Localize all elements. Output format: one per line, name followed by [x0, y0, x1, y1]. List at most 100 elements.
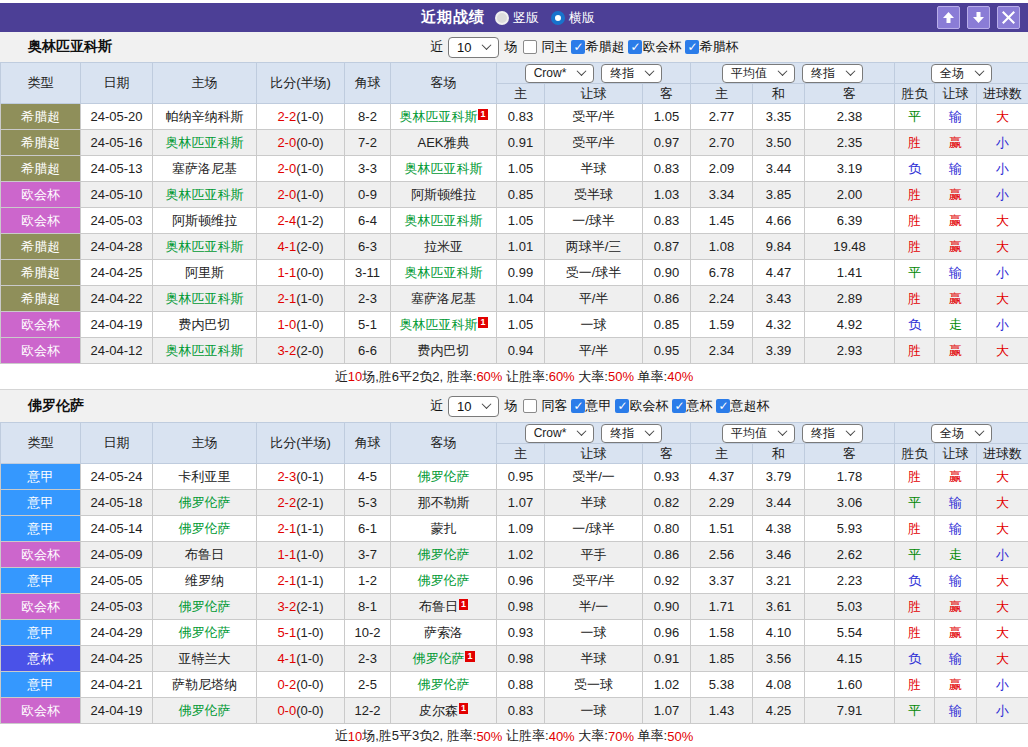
handicap-result: 输 [935, 568, 977, 594]
match-date: 24-04-19 [81, 312, 153, 338]
match-count-select[interactable]: 10 [448, 396, 499, 417]
asian-away-odds: 0.93 [643, 464, 691, 490]
final-odds-select-2[interactable]: 终指 [802, 424, 863, 443]
handicap-result: 输 [935, 490, 977, 516]
league-checkbox[interactable]: ✓ [716, 399, 730, 413]
asian-home-odds: 0.98 [497, 646, 545, 672]
league-checkbox[interactable]: ✓ [672, 399, 686, 413]
league-type-badge: 希腊超 [1, 104, 81, 130]
match-result: 胜 [895, 182, 935, 208]
euro-away-odds: 1.41 [805, 260, 895, 286]
full-match-select[interactable]: 全场 [931, 64, 992, 83]
final-odds-select[interactable]: 终指 [601, 424, 662, 443]
corner-count: 6-4 [345, 208, 391, 234]
away-team: 佛罗伦萨1 [391, 646, 497, 672]
match-result: 平 [895, 698, 935, 724]
asian-home-odds: 0.94 [497, 338, 545, 364]
same-venue-checkbox[interactable] [523, 40, 537, 54]
bookmaker-select[interactable]: Crow* [525, 424, 595, 443]
sub-column-header: 主 [497, 444, 545, 464]
card-mark: 1 [465, 651, 474, 662]
euro-home-odds: 2.24 [691, 286, 753, 312]
sub-column-header: 和 [753, 84, 805, 104]
vertical-view-label: 竖版 [513, 9, 539, 27]
away-team: AEK雅典 [391, 130, 497, 156]
match-date: 24-04-25 [81, 646, 153, 672]
league-type-badge: 意甲 [1, 672, 81, 698]
full-match-select[interactable]: 全场 [931, 424, 992, 443]
euro-home-odds: 1.08 [691, 234, 753, 260]
goals-result: 大 [977, 208, 1028, 234]
horizontal-view-radio[interactable] [551, 11, 565, 25]
sub-column-header: 进球数 [977, 84, 1028, 104]
close-button[interactable] [997, 6, 1020, 29]
corner-count: 6-6 [345, 338, 391, 364]
asian-home-odds: 0.95 [497, 464, 545, 490]
league-checkbox[interactable]: ✓ [628, 40, 642, 54]
vertical-view-radio[interactable] [495, 11, 509, 25]
league-label: 欧会杯 [629, 397, 668, 415]
euro-home-odds: 3.34 [691, 182, 753, 208]
match-count-select[interactable]: 10 [448, 37, 499, 58]
away-team: 阿斯顿维拉 [391, 182, 497, 208]
final-odds-select-2[interactable]: 终指 [802, 64, 863, 83]
score: 1-1(0-0) [257, 260, 345, 286]
home-team: 佛罗伦萨 [153, 490, 257, 516]
asian-home-odds: 1.04 [497, 286, 545, 312]
asian-home-odds: 0.85 [497, 182, 545, 208]
league-checkbox[interactable]: ✓ [685, 40, 699, 54]
chevron-down-icon [975, 66, 985, 76]
asian-home-odds: 0.88 [497, 672, 545, 698]
match-result: 平 [895, 104, 935, 130]
sub-column-header: 胜负 [895, 444, 935, 464]
euro-home-odds: 1.51 [691, 516, 753, 542]
asian-home-odds: 0.99 [497, 260, 545, 286]
card-mark: 1 [459, 703, 468, 714]
match-date: 24-04-19 [81, 698, 153, 724]
score: 3-2(2-0) [257, 338, 345, 364]
match-result: 平 [895, 490, 935, 516]
match-row: 欧会杯24-05-10奥林匹亚科斯2-0(1-0)0-9阿斯顿维拉0.85受半球… [1, 182, 1028, 208]
section-header: 佛罗伦萨近10场同客✓意甲✓欧会杯✓意杯✓意超杯 [0, 390, 1028, 422]
up-arrow-button[interactable] [937, 6, 960, 29]
handicap-result: 赢 [935, 286, 977, 312]
match-result: 胜 [895, 516, 935, 542]
bookmaker-select[interactable]: Crow* [525, 64, 595, 83]
chevron-down-icon [846, 426, 856, 436]
chevron-down-icon [846, 66, 856, 76]
match-date: 24-04-21 [81, 672, 153, 698]
league-checkbox[interactable]: ✓ [571, 40, 585, 54]
match-result: 胜 [895, 130, 935, 156]
league-type-badge: 希腊超 [1, 156, 81, 182]
asian-away-odds: 0.83 [643, 208, 691, 234]
handicap: 受平/半 [545, 104, 643, 130]
title-bar: 近期战绩 竖版 横版 [0, 3, 1028, 32]
average-select[interactable]: 平均值 [722, 424, 795, 443]
asian-away-odds: 0.83 [643, 156, 691, 182]
goals-result: 大 [977, 490, 1028, 516]
home-team: 佛罗伦萨 [153, 516, 257, 542]
asian-away-odds: 1.03 [643, 182, 691, 208]
euro-draw-odds: 4.25 [753, 698, 805, 724]
goals-result: 大 [977, 104, 1028, 130]
league-checkbox[interactable]: ✓ [615, 399, 629, 413]
final-odds-select[interactable]: 终指 [601, 64, 662, 83]
match-date: 24-05-20 [81, 104, 153, 130]
euro-draw-odds: 4.47 [753, 260, 805, 286]
average-select[interactable]: 平均值 [722, 64, 795, 83]
goals-result: 小 [977, 542, 1028, 568]
euro-home-odds: 5.38 [691, 672, 753, 698]
corner-count: 0-9 [345, 182, 391, 208]
handicap: 半/一 [545, 594, 643, 620]
sub-column-header: 进球数 [977, 444, 1028, 464]
euro-draw-odds: 3.46 [753, 542, 805, 568]
league-checkbox[interactable]: ✓ [571, 399, 585, 413]
asian-away-odds: 0.85 [643, 312, 691, 338]
corner-count: 4-5 [345, 464, 391, 490]
corner-count: 2-5 [345, 672, 391, 698]
down-arrow-button[interactable] [967, 6, 990, 29]
same-venue-checkbox[interactable] [523, 399, 537, 413]
asian-away-odds: 0.96 [643, 620, 691, 646]
team-section: 奥林匹亚科斯近10场同主✓希腊超✓欧会杯✓希腊杯类型日期主场比分(半场)角球客场… [0, 32, 1028, 390]
euro-away-odds: 19.48 [805, 234, 895, 260]
